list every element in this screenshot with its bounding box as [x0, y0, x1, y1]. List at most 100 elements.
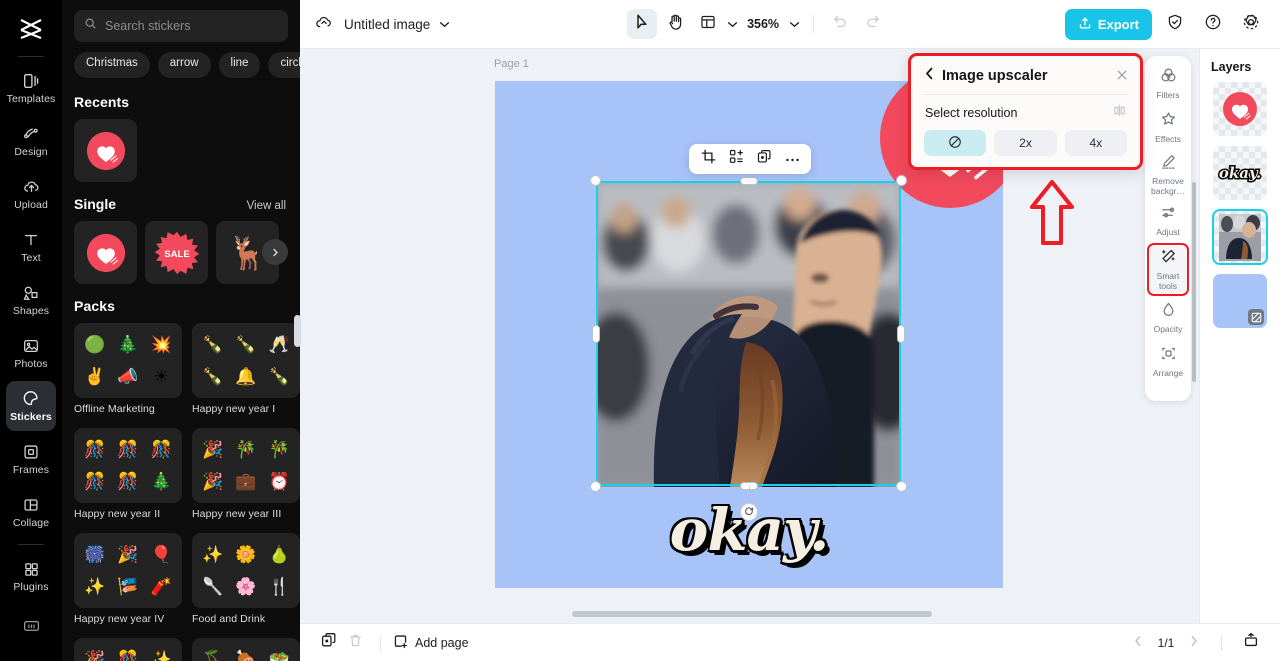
delete-page-button[interactable]	[342, 630, 368, 656]
stickers-icon	[21, 389, 41, 409]
sidebar-item-shapes[interactable]: Shapes	[6, 275, 56, 325]
resolution-option-none[interactable]	[924, 130, 987, 156]
cutout-button[interactable]	[723, 146, 749, 172]
resize-handle-left[interactable]	[592, 324, 600, 343]
duplicate-page-button[interactable]	[316, 630, 342, 656]
pack-card[interactable]: 🎆 🎉 🎈 ✨ 🎏 🧨 Happy new year IV	[74, 533, 182, 629]
layout-tool-button[interactable]	[693, 9, 723, 39]
pack-emoji: 🎉	[84, 649, 106, 661]
page-label: Page 1	[494, 58, 529, 70]
sidebar-item-plugins[interactable]: Plugins	[6, 551, 56, 601]
remove-background-icon	[1160, 153, 1177, 175]
sidebar-item-text[interactable]: Text	[6, 222, 56, 272]
close-icon[interactable]	[1116, 69, 1128, 84]
more-button[interactable]	[779, 146, 805, 172]
resize-handle-bottom-right[interactable]	[896, 481, 907, 492]
layer-item-photo[interactable]	[1212, 209, 1268, 265]
chevron-right-icon	[1190, 634, 1198, 652]
pack-card[interactable]: 🟢 🎄 💥 ✌ 📣 ☀ Offline Marketing	[74, 323, 182, 419]
compare-icon[interactable]	[1113, 104, 1126, 122]
tag-chip-line[interactable]: line	[218, 52, 261, 78]
tool-adjust[interactable]: Adjust	[1147, 199, 1189, 243]
tag-chip-circle[interactable]: circl	[268, 52, 300, 78]
title-dropdown-chevron-down-icon[interactable]	[439, 15, 450, 33]
cloud-saved-icon[interactable]	[314, 13, 334, 36]
resolution-option-2x[interactable]: 2x	[994, 130, 1057, 156]
toolbar-divider	[813, 15, 815, 33]
resize-handle-top-right[interactable]	[896, 175, 907, 186]
pack-card[interactable]: 🎉 🎋 🎋 🎉 💼 ⏰ Happy new year III	[192, 428, 300, 524]
document-title[interactable]: Untitled image	[344, 17, 430, 32]
pack-card[interactable]: 🍾 🍾 🥂 🍾 🔔 🍾 Happy new year I	[192, 323, 300, 419]
pack-card-partial[interactable]: 🎉 🎊 ✨	[74, 638, 182, 661]
resize-handle-top[interactable]	[739, 177, 758, 185]
pack-card-partial[interactable]: 🍒 🍖 🥗	[192, 638, 300, 661]
search-input[interactable]: Search stickers	[74, 10, 288, 42]
next-page-button[interactable]	[1183, 632, 1205, 654]
sticker-thumb-heart-2[interactable]	[74, 221, 137, 284]
rotate-handle[interactable]	[739, 503, 758, 521]
sidebar-item-templates[interactable]: Templates	[6, 63, 56, 113]
select-resolution-label: Select resolution	[925, 106, 1018, 120]
resolution-option-4x[interactable]: 4x	[1064, 130, 1127, 156]
search-wrapper: Search stickers	[62, 0, 300, 42]
present-button[interactable]	[1238, 630, 1264, 656]
zoom-chevron-down-icon[interactable]	[789, 15, 800, 33]
sidebar-item-design[interactable]: Design	[6, 116, 56, 166]
tool-filters[interactable]: Filters	[1147, 62, 1189, 106]
tool-arrange[interactable]: Arrange	[1147, 340, 1189, 384]
view-all-link[interactable]: View all	[247, 200, 286, 212]
resize-handle-top-left[interactable]	[590, 175, 601, 186]
tag-chip-arrow[interactable]: arrow	[157, 52, 211, 78]
tool-smart-tools[interactable]: Smart tools	[1147, 243, 1189, 296]
export-upload-icon	[1078, 16, 1092, 33]
hand-tool-button[interactable]	[660, 9, 690, 39]
resize-handle-bottom-left[interactable]	[590, 481, 601, 492]
tag-chip-christmas[interactable]: Christmas	[74, 52, 150, 78]
single-row: SALE 🦌	[62, 221, 300, 284]
annotation-red-up-arrow-icon	[1028, 177, 1076, 249]
tool-rail-scrollbar[interactable]	[1192, 182, 1196, 382]
tool-effects[interactable]: Effects	[1147, 106, 1189, 150]
single-next-button[interactable]	[262, 239, 288, 265]
add-page-button[interactable]: Add page	[393, 634, 469, 652]
keyboard-shortcuts-button[interactable]	[6, 600, 56, 650]
sidebar-item-photos[interactable]: Photos	[6, 328, 56, 378]
select-tool-button[interactable]	[627, 9, 658, 39]
tool-opacity[interactable]: Opacity	[1147, 296, 1189, 340]
capcut-logo-icon[interactable]	[9, 8, 53, 50]
tool-remove-background[interactable]: Remove backgr…	[1147, 150, 1189, 199]
sidebar-item-collage[interactable]: Collage	[6, 487, 56, 537]
shield-button[interactable]	[1160, 9, 1190, 39]
sidebar-item-upload[interactable]: Upload	[6, 169, 56, 219]
opacity-drop-icon	[1160, 301, 1177, 323]
layer-item-background[interactable]	[1213, 274, 1267, 328]
back-chevron-left-icon[interactable]	[925, 67, 934, 85]
zoom-level-value[interactable]: 356%	[747, 17, 779, 31]
layout-chevron-down-icon[interactable]	[727, 15, 738, 33]
sidebar-item-frames[interactable]: Frames	[6, 434, 56, 484]
crop-button[interactable]	[695, 146, 721, 172]
resize-handle-right[interactable]	[897, 324, 905, 343]
canvas-horizontal-scrollbar[interactable]	[572, 611, 932, 617]
undo-button[interactable]	[825, 9, 855, 39]
redo-button[interactable]	[858, 9, 888, 39]
sticker-thumb-heart[interactable]	[74, 119, 137, 182]
export-button[interactable]: Export	[1064, 8, 1152, 40]
duplicate-button[interactable]	[751, 146, 777, 172]
sidebar-label: Upload	[14, 199, 48, 211]
pack-card[interactable]: 🎊 🎊 🎊 🎊 🎊 🎄 Happy new year II	[74, 428, 182, 524]
settings-button[interactable]	[1236, 9, 1266, 39]
pack-emoji: 🍾	[235, 334, 257, 354]
recents-row	[62, 119, 300, 182]
layer-item-okay-text[interactable]: okay.	[1213, 146, 1267, 200]
prev-page-button[interactable]	[1127, 632, 1149, 654]
pack-card[interactable]: ✨ 🌼 🍐 🥄 🌸 🍴 Food and Drink	[192, 533, 300, 629]
sidebar-label: Photos	[14, 358, 48, 370]
help-button[interactable]	[1198, 9, 1228, 39]
layer-item-heart[interactable]	[1213, 82, 1267, 136]
panel-resize-handle[interactable]	[294, 315, 301, 347]
sticker-thumb-sale[interactable]: SALE	[145, 221, 208, 284]
search-icon	[84, 17, 97, 35]
sidebar-item-stickers[interactable]: Stickers	[6, 381, 56, 431]
